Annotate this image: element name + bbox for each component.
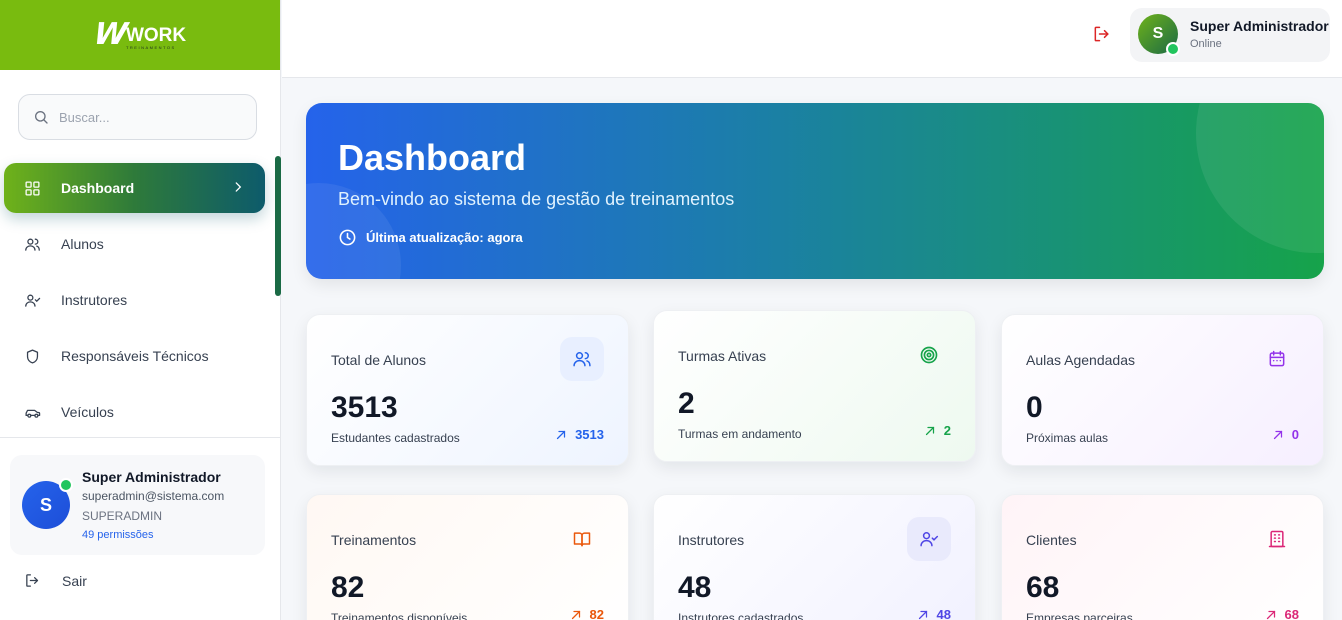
- card-title: Aulas Agendadas: [1026, 352, 1135, 368]
- card-description: Empresas parceiras: [1026, 611, 1133, 620]
- sidebar-item-label: Alunos: [61, 236, 104, 252]
- user-name: Super Administrador: [1190, 18, 1329, 34]
- card-title: Total de Alunos: [331, 352, 426, 368]
- card-value: 82: [331, 571, 365, 604]
- card-trend: 0: [1272, 427, 1299, 442]
- search-icon: [35, 111, 48, 124]
- dashboard-hero-banner: Dashboard Bem-vindo ao sistema de gestão…: [306, 103, 1324, 279]
- card-description: Estudantes cadastrados: [331, 431, 460, 445]
- logout-label: Sair: [62, 572, 87, 589]
- card-description: Instrutores cadastrados: [678, 611, 804, 620]
- decorative-circle: [1196, 103, 1324, 253]
- sidebar-item-alunos[interactable]: Alunos: [4, 219, 265, 269]
- user-permissions: 49 permissões: [82, 529, 154, 541]
- sidebar-scrollbar[interactable]: [275, 156, 281, 296]
- card-value: 2: [678, 387, 695, 420]
- card-trend: 2: [924, 423, 951, 438]
- sidebar: W WORK TREINAMENTOS Dashboard Alunos Ins…: [0, 0, 281, 620]
- divider: [0, 437, 281, 438]
- card-trend: 68: [1265, 607, 1299, 620]
- search-box: [18, 94, 257, 140]
- user-email: superadmin@sistema.com: [82, 489, 225, 503]
- online-status-dot: [59, 478, 73, 492]
- brand-logo[interactable]: W WORK TREINAMENTOS: [91, 17, 187, 52]
- logo-text: WORK TREINAMENTOS: [125, 25, 187, 50]
- building-icon: [1255, 517, 1299, 561]
- logout-icon[interactable]: [1092, 24, 1112, 44]
- card-trend-value: 68: [1284, 607, 1299, 620]
- card-title: Turmas Ativas: [678, 348, 767, 364]
- sidebar-item-label: Dashboard: [61, 180, 135, 196]
- card-trend-value: 82: [589, 607, 604, 620]
- page-subtitle: Bem-vindo ao sistema de gestão de treina…: [338, 189, 735, 209]
- trend-up-icon: [918, 610, 927, 619]
- sidebar-item-instrutores[interactable]: Instrutores: [4, 275, 265, 325]
- sidebar-item-veiculos[interactable]: Veículos: [4, 387, 265, 437]
- topbar: S Super Administrador Online: [282, 0, 1342, 78]
- sidebar-item-label: Veículos: [61, 404, 114, 420]
- search-input[interactable]: [59, 109, 239, 125]
- sidebar-item-label: Responsáveis Técnicos: [61, 348, 209, 364]
- chevron-right-icon: [235, 182, 242, 192]
- car-icon: [25, 409, 41, 418]
- shield-icon: [26, 348, 39, 364]
- logout-icon: [26, 574, 39, 587]
- user-status: Online: [1190, 38, 1222, 50]
- card-trend: 48: [917, 607, 951, 620]
- topbar-user-menu[interactable]: S Super Administrador Online: [1130, 8, 1330, 62]
- clock-icon: [339, 229, 356, 246]
- stat-card-treinamentos[interactable]: Treinamentos 82 Treinamentos disponíveis…: [306, 494, 629, 620]
- card-trend: 3513: [555, 427, 604, 442]
- user-role: SUPERADMIN: [82, 509, 163, 523]
- stat-card-clientes[interactable]: Clientes 68 Empresas parceiras 68: [1001, 494, 1324, 620]
- card-trend-value: 2: [943, 423, 951, 438]
- logo-subtitle: TREINAMENTOS: [125, 45, 176, 50]
- page-title: Dashboard: [338, 137, 527, 178]
- sidebar-item-dashboard[interactable]: Dashboard: [4, 163, 265, 213]
- logout-button[interactable]: Sair: [24, 572, 87, 589]
- grid-icon: [25, 180, 40, 196]
- card-trend-value: 48: [936, 607, 951, 620]
- last-updated: Última atualização: agora: [338, 228, 523, 247]
- last-updated-text: Última atualização: agora: [366, 230, 523, 245]
- card-value: 48: [678, 571, 712, 604]
- user-name: Super Administrador: [82, 469, 221, 485]
- card-title: Clientes: [1026, 532, 1077, 548]
- card-title: Treinamentos: [331, 532, 417, 548]
- sidebar-item-responsaveis[interactable]: Responsáveis Técnicos: [4, 331, 265, 381]
- users-icon: [25, 238, 40, 251]
- card-trend: 82: [570, 607, 604, 620]
- user-check-icon: [25, 294, 41, 307]
- stat-card-alunos[interactable]: Total de Alunos 3513 Estudantes cadastra…: [306, 314, 629, 466]
- trend-up-icon: [571, 610, 580, 619]
- card-description: Turmas em andamento: [678, 427, 802, 441]
- user-check-icon: [907, 517, 951, 561]
- card-title: Instrutores: [678, 532, 745, 548]
- online-status-dot: [1166, 42, 1180, 56]
- logo-mark: W: [91, 17, 127, 52]
- card-description: Próximas aulas: [1026, 431, 1109, 445]
- sidebar-user-card[interactable]: S Super Administrador superadmin@sistema…: [10, 455, 265, 555]
- stat-card-instrutores[interactable]: Instrutores 48 Instrutores cadastrados 4…: [653, 494, 976, 620]
- stat-card-aulas[interactable]: Aulas Agendadas 0 Próximas aulas 0: [1001, 314, 1324, 466]
- card-value: 68: [1026, 571, 1060, 604]
- sidebar-item-label: Instrutores: [61, 292, 128, 308]
- stat-card-turmas[interactable]: Turmas Ativas 2 Turmas em andamento 2: [653, 310, 976, 462]
- trend-up-icon: [925, 426, 934, 435]
- card-description: Treinamentos disponíveis: [331, 611, 468, 620]
- calendar-icon: [1255, 337, 1299, 381]
- book-icon: [560, 517, 604, 561]
- users-icon: [560, 337, 604, 381]
- card-value: 0: [1026, 391, 1043, 424]
- card-value: 3513: [331, 391, 398, 424]
- card-trend-value: 3513: [575, 427, 604, 442]
- target-icon: [907, 333, 951, 377]
- trend-up-icon: [1266, 610, 1275, 619]
- trend-up-icon: [1273, 430, 1282, 439]
- logo-word: WORK: [125, 25, 187, 46]
- trend-up-icon: [556, 430, 566, 439]
- card-trend-value: 0: [1291, 427, 1299, 442]
- logo-bar: W WORK TREINAMENTOS: [0, 0, 280, 70]
